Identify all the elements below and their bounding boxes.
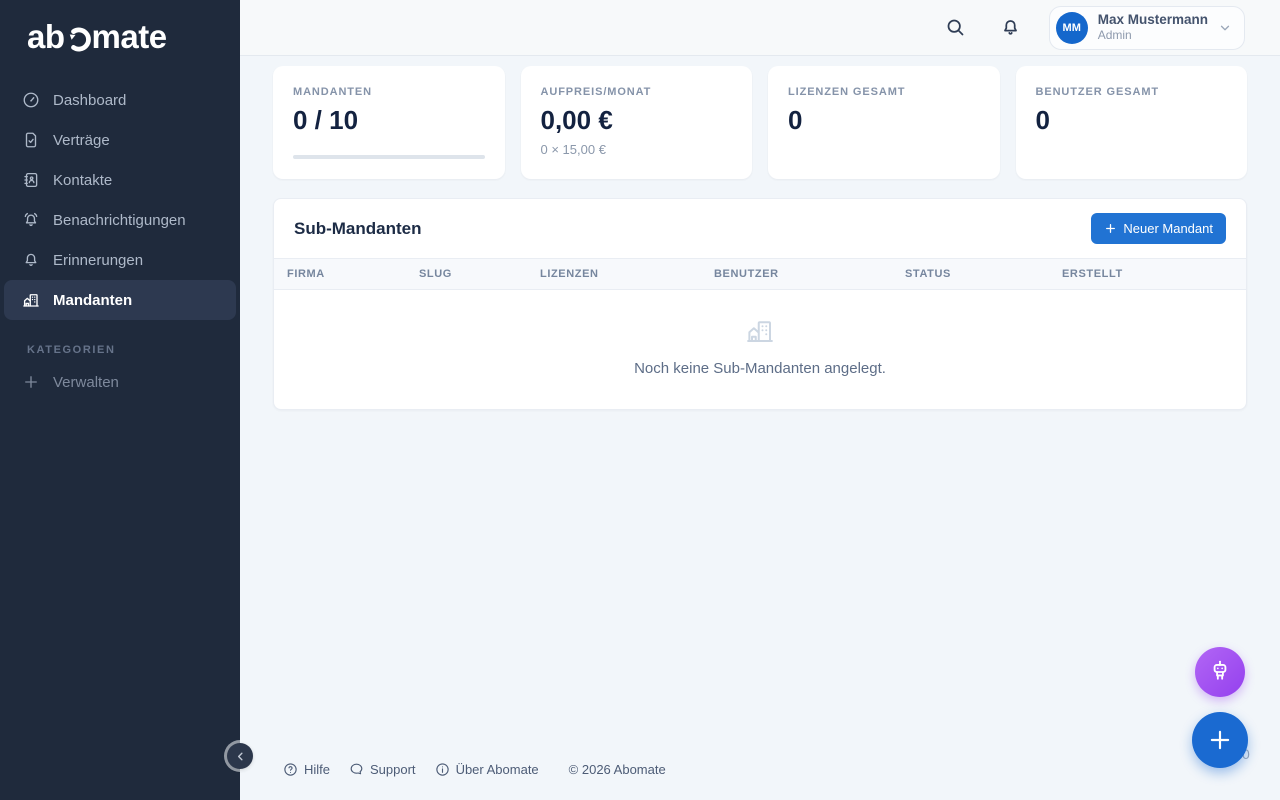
mandanten-progress: [293, 155, 485, 159]
panel-header: Sub-Mandanten Neuer Mandant: [274, 199, 1246, 258]
footer-link-ueber-abomate[interactable]: Über Abomate: [435, 762, 539, 777]
main-area: MM Max Mustermann Admin Mandanten 0 / 10…: [240, 0, 1280, 800]
sidebar-item-label: Verwalten: [53, 374, 119, 391]
add-fab[interactable]: [1192, 712, 1248, 768]
user-role: Admin: [1098, 28, 1208, 43]
sidebar-item-dashboard[interactable]: Dashboard: [4, 80, 236, 120]
stat-card-aufpreis: Aufpreis/Monat 0,00 € 0 × 15,00 €: [521, 66, 753, 179]
sidebar-item-label: Dashboard: [53, 92, 126, 109]
plus-icon: [1104, 222, 1117, 235]
chat-bubble-icon: [349, 762, 364, 777]
topbar: MM Max Mustermann Admin: [240, 0, 1280, 56]
column-header-erstellt: Erstellt: [1049, 259, 1246, 289]
sidebar-collapse-button[interactable]: [227, 743, 253, 769]
footer-link-label: Support: [370, 762, 416, 777]
avatar: MM: [1056, 12, 1088, 44]
sidebar-item-erinnerungen[interactable]: Erinnerungen: [4, 240, 236, 280]
search-icon: [945, 17, 966, 38]
logo-text-prefix: ab: [27, 18, 65, 56]
column-header-slug: Slug: [406, 259, 527, 289]
chevron-left-icon: [235, 751, 246, 762]
sub-mandanten-panel: Sub-Mandanten Neuer Mandant Firma Slug L…: [273, 198, 1247, 410]
bell-ring-icon: [22, 211, 40, 229]
brand-logo[interactable]: ab mate: [0, 0, 240, 70]
panel-title: Sub-Mandanten: [294, 219, 422, 239]
empty-state-text: Noch keine Sub-Mandanten angelegt.: [274, 360, 1246, 377]
stat-value: 0 / 10: [293, 105, 485, 136]
gauge-icon: [22, 91, 40, 109]
robot-icon: [1207, 659, 1233, 685]
stat-label: Benutzer gesamt: [1036, 86, 1228, 98]
sidebar-item-vertraege[interactable]: Verträge: [4, 120, 236, 160]
sidebar-item-mandanten[interactable]: Mandanten: [4, 280, 236, 320]
building-icon: [745, 316, 775, 346]
new-mandant-button[interactable]: Neuer Mandant: [1091, 213, 1226, 244]
column-header-firma: Firma: [274, 259, 406, 289]
avatar-initials: MM: [1063, 22, 1081, 34]
page-content: Mandanten 0 / 10 Aufpreis/Monat 0,00 € 0…: [240, 56, 1280, 754]
column-header-benutzer: Benutzer: [701, 259, 892, 289]
document-check-icon: [22, 131, 40, 149]
column-header-lizenzen: Lizenzen: [527, 259, 701, 289]
column-header-status: Status: [892, 259, 1049, 289]
sidebar-item-label: Benachrichtigungen: [53, 212, 186, 229]
new-mandant-button-label: Neuer Mandant: [1123, 221, 1213, 236]
stat-card-mandanten: Mandanten 0 / 10: [273, 66, 505, 179]
stat-value: 0: [1036, 105, 1228, 136]
footer-link-label: Über Abomate: [456, 762, 539, 777]
stats-grid: Mandanten 0 / 10 Aufpreis/Monat 0,00 € 0…: [273, 66, 1247, 179]
bell-icon: [22, 251, 40, 269]
refresh-circle-icon: [66, 27, 91, 52]
user-name: Max Mustermann: [1098, 12, 1208, 29]
sidebar-section-kategorien: KATEGORIEN: [0, 320, 240, 362]
bell-icon: [1000, 17, 1021, 38]
stat-label: Aufpreis/Monat: [541, 86, 733, 98]
sidebar-item-kontakte[interactable]: Kontakte: [4, 160, 236, 200]
table-header-row: Firma Slug Lizenzen Benutzer Status Erst…: [274, 258, 1246, 290]
assistant-fab[interactable]: [1195, 647, 1245, 697]
copyright-text: © 2026 Abomate: [569, 762, 666, 777]
building-icon: [22, 291, 40, 309]
sidebar-item-benachrichtigungen[interactable]: Benachrichtigungen: [4, 200, 236, 240]
user-text: Max Mustermann Admin: [1098, 12, 1208, 44]
plus-icon: [22, 373, 40, 391]
stat-subtext: 0 × 15,00 €: [541, 142, 733, 157]
search-button[interactable]: [939, 11, 972, 44]
stat-value: 0: [788, 105, 980, 136]
plus-icon: [1207, 727, 1233, 753]
sidebar-item-label: Kontakte: [53, 172, 112, 189]
footer-link-support[interactable]: Support: [349, 762, 416, 777]
stat-label: Mandanten: [293, 86, 485, 98]
address-book-icon: [22, 171, 40, 189]
notifications-button[interactable]: [994, 11, 1027, 44]
stat-card-benutzer: Benutzer gesamt 0: [1016, 66, 1248, 179]
stat-value: 0,00 €: [541, 105, 733, 136]
sidebar-item-verwalten[interactable]: Verwalten: [4, 362, 236, 402]
sidebar-item-label: Mandanten: [53, 292, 132, 309]
info-circle-icon: [435, 762, 450, 777]
stat-card-lizenzen: Lizenzen gesamt 0: [768, 66, 1000, 179]
sidebar-item-label: Verträge: [53, 132, 110, 149]
sidebar-nav: Dashboard Verträge Kontakte: [0, 70, 240, 402]
stat-label: Lizenzen gesamt: [788, 86, 980, 98]
footer-link-label: Hilfe: [304, 762, 330, 777]
logo-text-suffix: mate: [92, 18, 167, 56]
sidebar-item-label: Erinnerungen: [53, 252, 143, 269]
footer: Hilfe Support Über Abomate © 2026 Abomat…: [240, 754, 1280, 800]
help-circle-icon: [283, 762, 298, 777]
chevron-down-icon: [1218, 21, 1232, 35]
empty-state: Noch keine Sub-Mandanten angelegt.: [274, 290, 1246, 409]
footer-link-hilfe[interactable]: Hilfe: [283, 762, 330, 777]
user-menu[interactable]: MM Max Mustermann Admin: [1049, 6, 1245, 50]
sidebar: ab mate Dashboard Verträge: [0, 0, 240, 800]
